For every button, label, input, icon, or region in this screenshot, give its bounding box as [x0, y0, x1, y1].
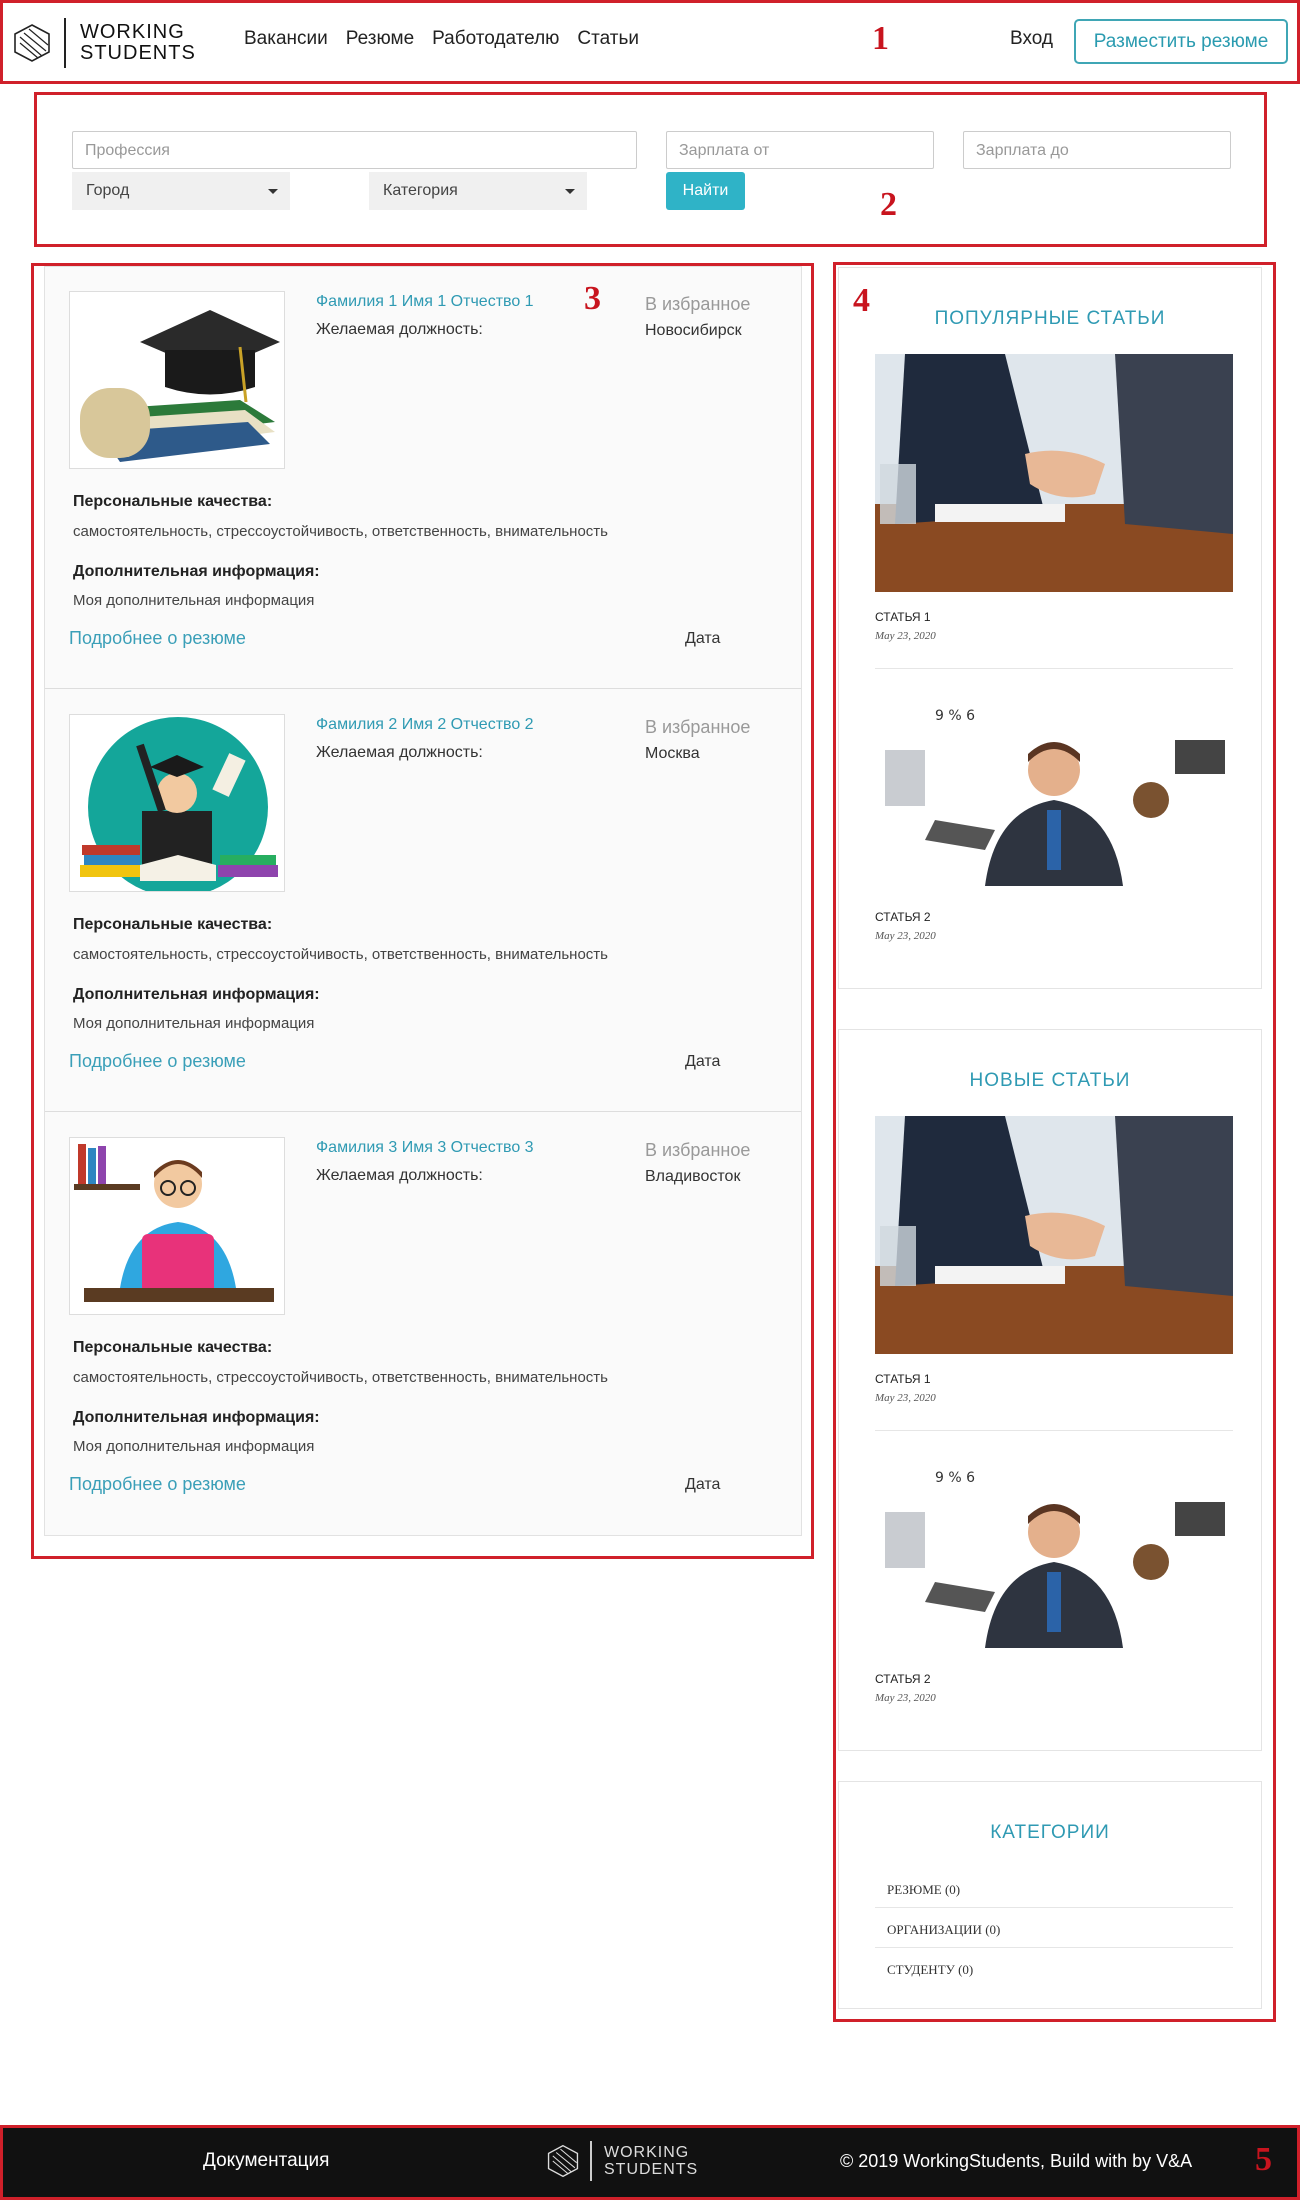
annotation-box-4 — [833, 262, 1276, 2022]
annotation-box-1 — [0, 0, 1300, 84]
annotation-number-4: 4 — [853, 282, 870, 319]
annotation-number-2: 2 — [880, 186, 897, 223]
annotation-box-2 — [34, 92, 1267, 247]
annotation-number-1: 1 — [872, 20, 889, 57]
annotation-box-5 — [0, 2125, 1300, 2200]
annotation-box-3 — [31, 263, 814, 1559]
annotation-number-5: 5 — [1255, 2141, 1272, 2178]
annotation-number-3: 3 — [584, 280, 601, 317]
